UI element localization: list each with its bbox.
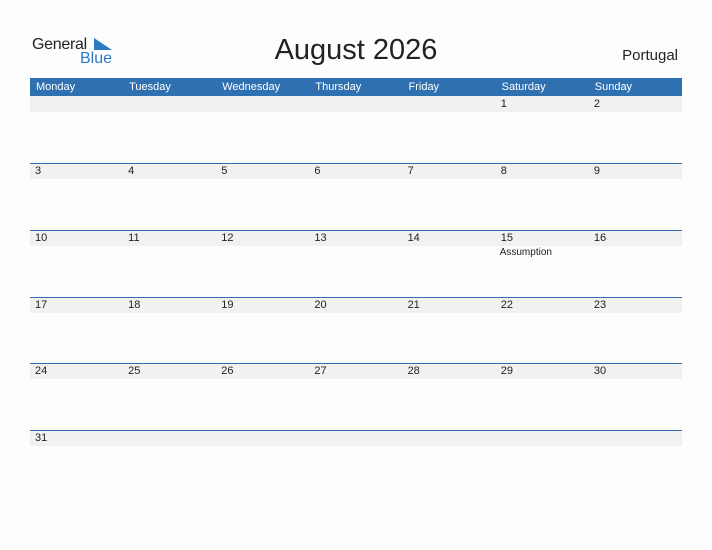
weekday-wednesday: Wednesday — [222, 81, 281, 93]
day-number: 5 — [221, 165, 228, 177]
day-cell — [403, 96, 496, 162]
day-number: 21 — [407, 299, 420, 311]
day-cell: 2 — [589, 96, 682, 162]
week-row: 24 25 26 27 28 29 30 — [30, 363, 682, 429]
day-cell: 25 — [123, 363, 216, 429]
day-number: 31 — [35, 432, 48, 444]
weekday-friday: Friday — [408, 81, 440, 93]
day-cell: 4 — [123, 163, 216, 229]
day-cell: 8 — [496, 163, 589, 229]
weekday-sunday: Sunday — [594, 81, 633, 93]
day-number: 27 — [314, 365, 327, 377]
day-number: 1 — [500, 98, 507, 110]
day-cell — [123, 430, 216, 496]
day-cell: 30 — [589, 363, 682, 429]
day-number: 11 — [128, 232, 140, 244]
day-number: 15 — [500, 232, 513, 244]
day-cell: 7 — [403, 163, 496, 229]
day-cell — [589, 430, 682, 496]
day-cell: 14 — [403, 230, 496, 296]
day-cell: 15 Assumption — [496, 230, 589, 296]
day-number: 24 — [35, 365, 48, 377]
day-number: 28 — [407, 365, 420, 377]
day-number: 10 — [35, 232, 48, 244]
day-cell: 19 — [216, 297, 309, 363]
day-number: 26 — [221, 365, 234, 377]
day-number: 14 — [407, 232, 420, 244]
day-number: 25 — [128, 365, 141, 377]
day-cell: 10 — [30, 230, 123, 296]
day-cell: 16 — [589, 230, 682, 296]
day-cell: 24 — [30, 363, 123, 429]
day-number: 4 — [128, 165, 135, 177]
weekday-monday: Monday — [36, 81, 76, 93]
day-number: 8 — [500, 165, 507, 177]
day-number: 30 — [593, 365, 607, 377]
weekday-tuesday: Tuesday — [129, 81, 171, 93]
day-cell: 11 — [123, 230, 216, 296]
day-cell: 26 — [216, 363, 309, 429]
day-number: 9 — [593, 165, 600, 177]
day-number: 6 — [314, 165, 321, 177]
day-number: 13 — [314, 232, 327, 244]
week-row: 31 — [30, 430, 682, 496]
day-cell: 1 — [496, 96, 589, 162]
day-number: 18 — [128, 299, 141, 311]
day-cell: 18 — [123, 297, 216, 363]
day-cell — [216, 430, 309, 496]
day-cell — [403, 430, 496, 496]
day-cell — [30, 96, 123, 162]
day-cell: 22 — [496, 297, 589, 363]
day-cell: 29 — [496, 363, 589, 429]
day-cell: 3 — [30, 163, 123, 229]
weekday-thursday: Thursday — [315, 81, 362, 93]
day-number: 29 — [500, 365, 513, 377]
day-number: 22 — [500, 299, 513, 311]
day-cell: 31 — [30, 430, 123, 496]
day-cell: 12 — [216, 230, 309, 296]
day-cell: 28 — [403, 363, 496, 429]
week-row: 17 18 19 20 21 22 23 — [30, 297, 682, 363]
day-number: 2 — [593, 98, 600, 110]
country-label: Portugal — [622, 47, 678, 64]
day-number: 23 — [593, 299, 607, 311]
day-number: 7 — [407, 165, 414, 177]
day-cell: 5 — [216, 163, 309, 229]
day-cell — [496, 430, 589, 496]
day-number: 3 — [35, 165, 42, 177]
day-cell: 17 — [30, 297, 123, 363]
day-cell: 27 — [309, 363, 402, 429]
day-number: 17 — [35, 299, 48, 311]
day-cell: 20 — [309, 297, 402, 363]
day-number: 20 — [314, 299, 327, 311]
day-number: 12 — [221, 232, 234, 244]
day-cell: 21 — [403, 297, 496, 363]
week-row: 12 — [30, 96, 682, 162]
week-row: 10 11 12 13 14 15 Assumption 16 — [30, 230, 682, 296]
week-row: 3 4 5 6 7 8 9 — [30, 163, 682, 229]
day-number: 16 — [593, 232, 607, 244]
day-number: 19 — [221, 299, 234, 311]
day-cell — [123, 96, 216, 162]
weekday-header: Monday Tuesday Wednesday Thursday Friday Satu… — [30, 78, 682, 96]
day-cell — [309, 96, 402, 162]
day-cell — [309, 430, 402, 496]
day-cell: 13 — [309, 230, 402, 296]
day-cell: 23 — [589, 297, 682, 363]
holiday-label: Assumption — [499, 247, 552, 258]
weekday-saturday: Saturday — [501, 81, 546, 93]
day-cell — [216, 96, 309, 162]
calendar-title: August 2026 — [274, 34, 438, 66]
day-cell: 6 — [309, 163, 402, 229]
day-cell: 9 — [589, 163, 682, 229]
